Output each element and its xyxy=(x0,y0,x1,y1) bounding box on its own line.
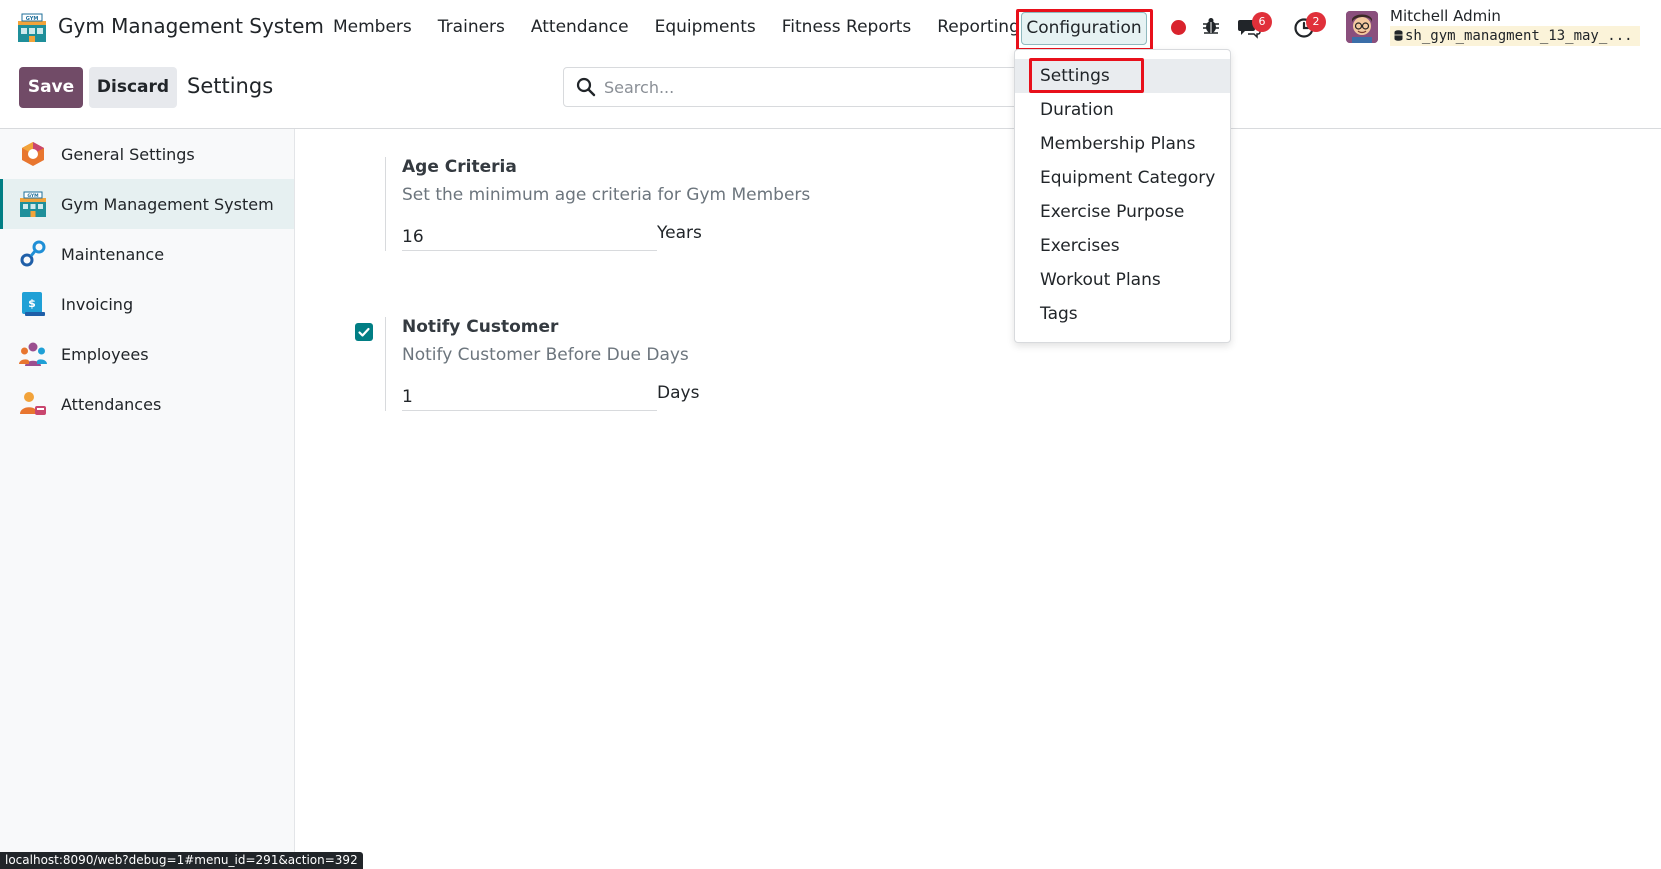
database-icon xyxy=(1394,30,1403,41)
sidebar-item-attendances[interactable]: Attendances xyxy=(0,379,294,429)
discard-button[interactable]: Discard xyxy=(89,67,177,108)
configuration-highlight-box xyxy=(1016,9,1153,51)
notify-days-unit: Days xyxy=(657,383,700,403)
maintenance-icon xyxy=(20,240,46,267)
sidebar-item-general-settings[interactable]: General Settings xyxy=(0,129,294,179)
sidebar-item-label: General Settings xyxy=(61,144,195,164)
svg-text:$: $ xyxy=(28,297,36,310)
age-criteria-title: Age Criteria xyxy=(402,157,517,177)
dropdown-item-tags[interactable]: Tags xyxy=(1015,297,1230,331)
search-icon xyxy=(576,77,596,97)
notify-customer-field: Days xyxy=(402,383,985,411)
status-url: localhost:8090/web?debug=1#menu_id=291&a… xyxy=(0,852,363,869)
dropdown-item-duration[interactable]: Duration xyxy=(1015,93,1230,127)
menu-attendance[interactable]: Attendance xyxy=(518,0,642,55)
sidebar-item-label: Employees xyxy=(61,344,149,364)
odoo-icon xyxy=(22,142,44,166)
record-icon[interactable] xyxy=(1171,20,1186,35)
messages-badge: 6 xyxy=(1252,12,1272,32)
main-menu: Members Trainers Attendance Equipments F… xyxy=(320,0,1033,55)
search-input[interactable] xyxy=(604,68,1024,106)
sidebar-item-label: Attendances xyxy=(61,394,162,414)
age-criteria-field: Years xyxy=(402,223,985,251)
menu-members[interactable]: Members xyxy=(320,0,425,55)
attendances-icon xyxy=(20,392,46,415)
app-title[interactable]: Gym Management System xyxy=(58,14,324,38)
page-title: Settings xyxy=(187,74,274,98)
menu-equipments[interactable]: Equipments xyxy=(642,0,769,55)
invoicing-icon: $ xyxy=(22,292,45,316)
employees-icon xyxy=(19,342,47,366)
gym-icon: GYM xyxy=(20,191,46,217)
settings-highlight-box xyxy=(1029,58,1144,93)
sidebar-item-employees[interactable]: Employees xyxy=(0,329,294,379)
age-criteria-input[interactable] xyxy=(402,223,657,251)
check-icon xyxy=(358,327,370,337)
notify-days-input[interactable] xyxy=(402,383,657,411)
database-name: sh_gym_managment_13_may_... xyxy=(1390,26,1640,46)
dropdown-item-workout-plans[interactable]: Workout Plans xyxy=(1015,263,1230,297)
settings-sidebar: General Settings GYM Gym Management Syst… xyxy=(0,129,295,869)
gym-app-icon[interactable]: GYM xyxy=(16,12,48,44)
top-navbar: GYM Gym Management System Members Traine… xyxy=(0,0,1661,55)
sidebar-item-invoicing[interactable]: $ Invoicing xyxy=(0,279,294,329)
user-name[interactable]: Mitchell Admin xyxy=(1390,7,1501,25)
dropdown-item-exercise-purpose[interactable]: Exercise Purpose xyxy=(1015,195,1230,229)
control-panel: Save Discard Settings xyxy=(0,55,1661,129)
save-button[interactable]: Save xyxy=(19,67,83,108)
notify-customer-title: Notify Customer xyxy=(402,317,559,337)
menu-fitness-reports[interactable]: Fitness Reports xyxy=(769,0,925,55)
notify-customer-description: Notify Customer Before Due Days xyxy=(402,345,689,365)
age-criteria-description: Set the minimum age criteria for Gym Mem… xyxy=(402,185,811,205)
configuration-dropdown: Settings Duration Membership Plans Equip… xyxy=(1014,49,1231,343)
bug-icon[interactable] xyxy=(1201,16,1221,36)
sidebar-item-label: Maintenance xyxy=(61,244,165,264)
sidebar-item-maintenance[interactable]: Maintenance xyxy=(0,229,294,279)
age-criteria-unit: Years xyxy=(657,223,702,243)
activities-badge: 2 xyxy=(1306,12,1326,32)
database-name-text: sh_gym_managment_13_may_... xyxy=(1405,28,1633,44)
notify-customer-setting: Notify Customer Notify Customer Before D… xyxy=(385,317,985,411)
avatar[interactable] xyxy=(1346,11,1378,43)
sidebar-item-label: Gym Management System xyxy=(61,194,274,214)
dropdown-item-exercises[interactable]: Exercises xyxy=(1015,229,1230,263)
svg-text:GYM: GYM xyxy=(27,193,39,199)
dropdown-item-equipment-category[interactable]: Equipment Category xyxy=(1015,161,1230,195)
menu-trainers[interactable]: Trainers xyxy=(425,0,518,55)
sidebar-item-label: Invoicing xyxy=(61,294,134,314)
sidebar-item-gym-management-system[interactable]: GYM Gym Management System xyxy=(0,179,294,229)
svg-text:GYM: GYM xyxy=(26,16,39,22)
dropdown-item-membership-plans[interactable]: Membership Plans xyxy=(1015,127,1230,161)
search-box[interactable] xyxy=(563,67,1033,107)
notify-customer-checkbox[interactable] xyxy=(355,323,373,341)
age-criteria-setting: Age Criteria Set the minimum age criteri… xyxy=(385,157,985,251)
